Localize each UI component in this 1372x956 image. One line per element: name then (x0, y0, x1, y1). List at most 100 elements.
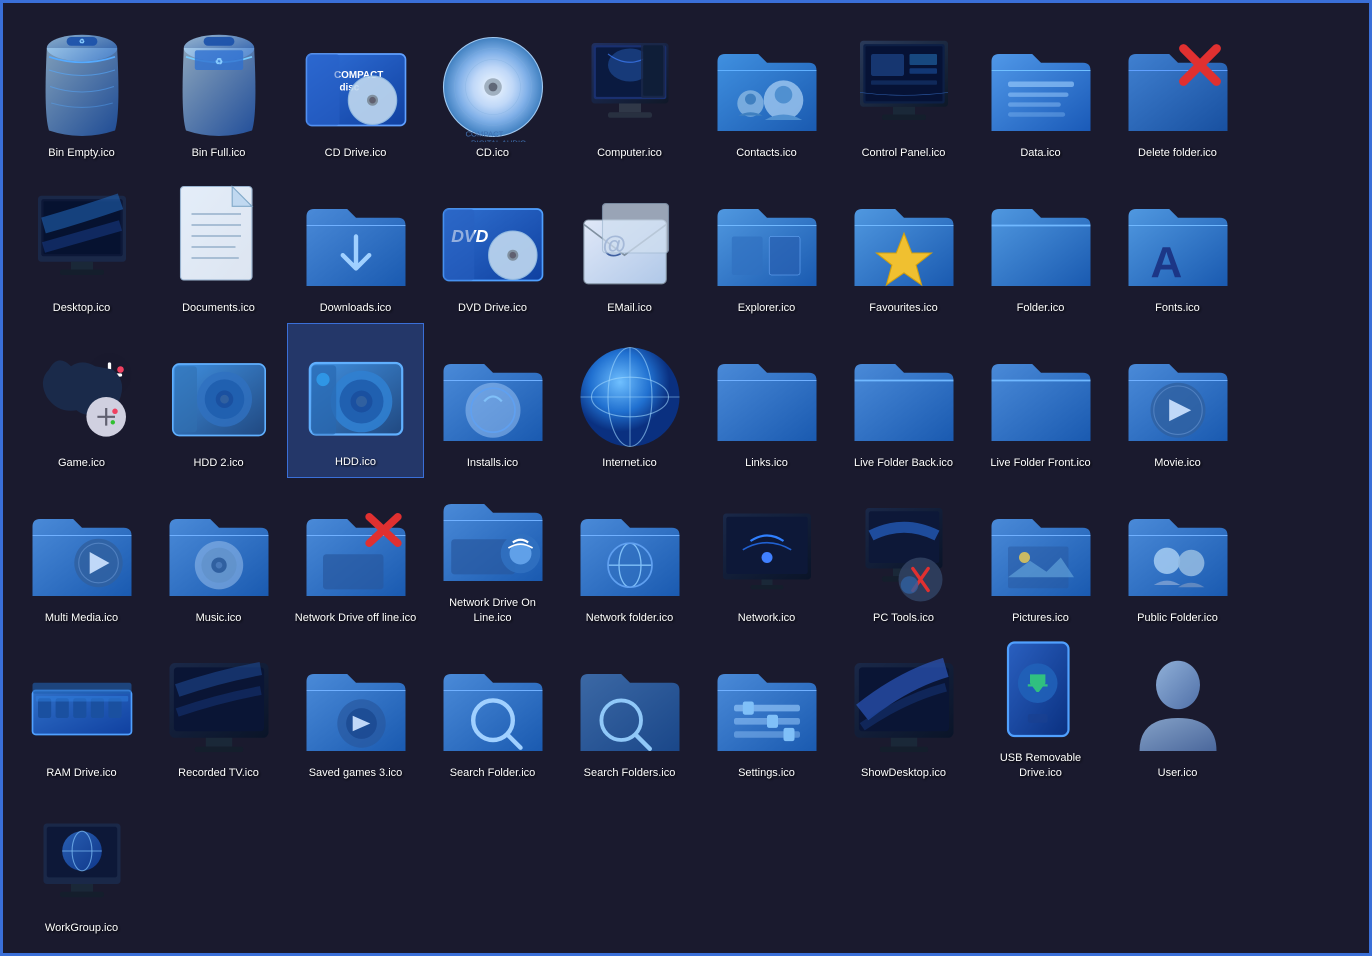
icon-item-links[interactable]: Links.ico (698, 323, 835, 478)
icon-item-documents[interactable]: Documents.ico (150, 168, 287, 323)
icon-item-explorer[interactable]: Explorer.ico (698, 168, 835, 323)
icon-label-computer: Computer.ico (597, 146, 662, 160)
icon-visual-music (164, 497, 274, 607)
icon-visual-show-desktop (849, 652, 959, 762)
icon-item-cd-drive[interactable]: COMPACT disc CD Drive.ico (287, 13, 424, 168)
icon-visual-network-drive-on (438, 482, 548, 592)
icon-item-bin-full[interactable]: ♻ Bin Full.ico (150, 13, 287, 168)
icon-label-email: EMail.ico (607, 301, 652, 315)
icon-item-data[interactable]: Data.ico (972, 13, 1109, 168)
icon-item-desktop[interactable]: Desktop.ico (13, 168, 150, 323)
icon-visual-hdd (301, 341, 411, 451)
icon-label-data: Data.ico (1020, 146, 1060, 160)
icon-label-movie: Movie.ico (1154, 456, 1200, 470)
icon-item-recorded-tv[interactable]: Recorded TV.ico (150, 633, 287, 788)
icon-label-hdd: HDD.ico (335, 455, 376, 469)
icon-visual-internet (575, 342, 685, 452)
icon-label-control-panel: Control Panel.ico (862, 146, 946, 160)
icon-item-show-desktop[interactable]: ShowDesktop.ico (835, 633, 972, 788)
icon-item-live-folder-back[interactable]: Live Folder Back.ico (835, 323, 972, 478)
icon-visual-documents (164, 187, 274, 297)
icon-item-downloads[interactable]: Downloads.ico (287, 168, 424, 323)
icon-label-delete-folder: Delete folder.ico (1138, 146, 1217, 160)
icon-item-folder[interactable]: Folder.ico (972, 168, 1109, 323)
icon-item-installs[interactable]: Installs.ico (424, 323, 561, 478)
icon-label-network-drive-on: Network Drive On Line.ico (430, 596, 555, 625)
icon-label-bin-full: Bin Full.ico (192, 146, 246, 160)
icon-item-music[interactable]: Music.ico (150, 478, 287, 633)
icon-visual-fonts: A (1123, 187, 1233, 297)
icon-item-ram-drive[interactable]: RAM Drive.ico (13, 633, 150, 788)
icon-item-network-drive-on[interactable]: Network Drive On Line.ico (424, 478, 561, 633)
icon-item-user[interactable]: User.ico (1109, 633, 1246, 788)
icon-item-email[interactable]: @ EMail.ico (561, 168, 698, 323)
icon-item-delete-folder[interactable]: Delete folder.ico (1109, 13, 1246, 168)
icon-item-multi-media[interactable]: Multi Media.ico (13, 478, 150, 633)
icon-visual-folder (986, 187, 1096, 297)
icon-visual-workgroup (27, 807, 137, 917)
icon-item-hdd2[interactable]: HDD 2.ico (150, 323, 287, 478)
icon-label-multi-media: Multi Media.ico (45, 611, 118, 625)
icon-label-fonts: Fonts.ico (1155, 301, 1200, 315)
icon-visual-ram-drive (27, 652, 137, 762)
icon-item-public-folder[interactable]: Public Folder.ico (1109, 478, 1246, 633)
svg-text:DIGITAL AUDIO: DIGITAL AUDIO (471, 138, 526, 142)
icon-item-computer[interactable]: Computer.ico (561, 13, 698, 168)
icon-visual-public-folder (1123, 497, 1233, 607)
icon-visual-downloads (301, 187, 411, 297)
icon-visual-pictures (986, 497, 1096, 607)
icon-visual-usb-removable (986, 637, 1096, 747)
icon-item-pictures[interactable]: Pictures.ico (972, 478, 1109, 633)
icon-visual-links (712, 342, 822, 452)
icon-visual-bin-full: ♻ (164, 32, 274, 142)
icon-item-control-panel[interactable]: Control Panel.ico (835, 13, 972, 168)
icon-item-live-folder-front[interactable]: Live Folder Front.ico (972, 323, 1109, 478)
icon-item-network-drive-off[interactable]: Network Drive off line.ico (287, 478, 424, 633)
icon-item-saved-games3[interactable]: Saved games 3.ico (287, 633, 424, 788)
icon-visual-game (27, 342, 137, 452)
icon-item-settings[interactable]: Settings.ico (698, 633, 835, 788)
icon-visual-delete-folder (1123, 32, 1233, 142)
icon-item-network[interactable]: Network.ico (698, 478, 835, 633)
icon-item-contacts[interactable]: Contacts.ico (698, 13, 835, 168)
icon-item-favourites[interactable]: Favourites.ico (835, 168, 972, 323)
icon-visual-desktop (27, 187, 137, 297)
icon-item-hdd[interactable]: HDD.ico (287, 323, 424, 478)
icon-label-pictures: Pictures.ico (1012, 611, 1069, 625)
icon-item-game[interactable]: Game.ico (13, 323, 150, 478)
icon-label-recorded-tv: Recorded TV.ico (178, 766, 259, 780)
icon-visual-hdd2 (164, 342, 274, 452)
icon-item-search-folder[interactable]: Search Folder.ico (424, 633, 561, 788)
icon-label-settings: Settings.ico (738, 766, 795, 780)
icon-visual-cd-drive: COMPACT disc (301, 32, 411, 142)
icon-label-usb-removable: USB Removable Drive.ico (978, 751, 1103, 780)
icon-label-links: Links.ico (745, 456, 788, 470)
icon-item-cd[interactable]: COMPACT DIGITAL AUDIO CD.ico (424, 13, 561, 168)
icon-item-search-folders[interactable]: Search Folders.ico (561, 633, 698, 788)
icon-visual-favourites (849, 187, 959, 297)
icon-item-network-folder[interactable]: Network folder.ico (561, 478, 698, 633)
icon-label-search-folders: Search Folders.ico (584, 766, 676, 780)
icon-visual-email: @ (575, 187, 685, 297)
icon-item-dvd-drive[interactable]: DVD DVD Drive.ico (424, 168, 561, 323)
icon-item-movie[interactable]: Movie.ico (1109, 323, 1246, 478)
icon-label-bin-empty: Bin Empty.ico (48, 146, 114, 160)
icon-item-fonts[interactable]: A Fonts.ico (1109, 168, 1246, 323)
icon-visual-cd: COMPACT DIGITAL AUDIO (438, 32, 548, 142)
icon-item-pc-tools[interactable]: PC Tools.ico (835, 478, 972, 633)
svg-text:COMPACT: COMPACT (465, 129, 503, 138)
icon-label-live-folder-front: Live Folder Front.ico (990, 456, 1090, 470)
icon-label-public-folder: Public Folder.ico (1137, 611, 1218, 625)
icon-item-internet[interactable]: Internet.ico (561, 323, 698, 478)
icon-label-hdd2: HDD 2.ico (193, 456, 243, 470)
icon-visual-network-folder (575, 497, 685, 607)
icon-visual-live-folder-back (849, 342, 959, 452)
icon-item-bin-empty[interactable]: ♻ Bin Empty.ico (13, 13, 150, 168)
icon-visual-control-panel (849, 32, 959, 142)
icon-visual-explorer (712, 187, 822, 297)
icon-label-favourites: Favourites.ico (869, 301, 937, 315)
icon-item-usb-removable[interactable]: USB Removable Drive.ico (972, 633, 1109, 788)
icon-visual-pc-tools (849, 497, 959, 607)
icon-item-workgroup[interactable]: WorkGroup.ico (13, 788, 150, 943)
icon-label-show-desktop: ShowDesktop.ico (861, 766, 946, 780)
